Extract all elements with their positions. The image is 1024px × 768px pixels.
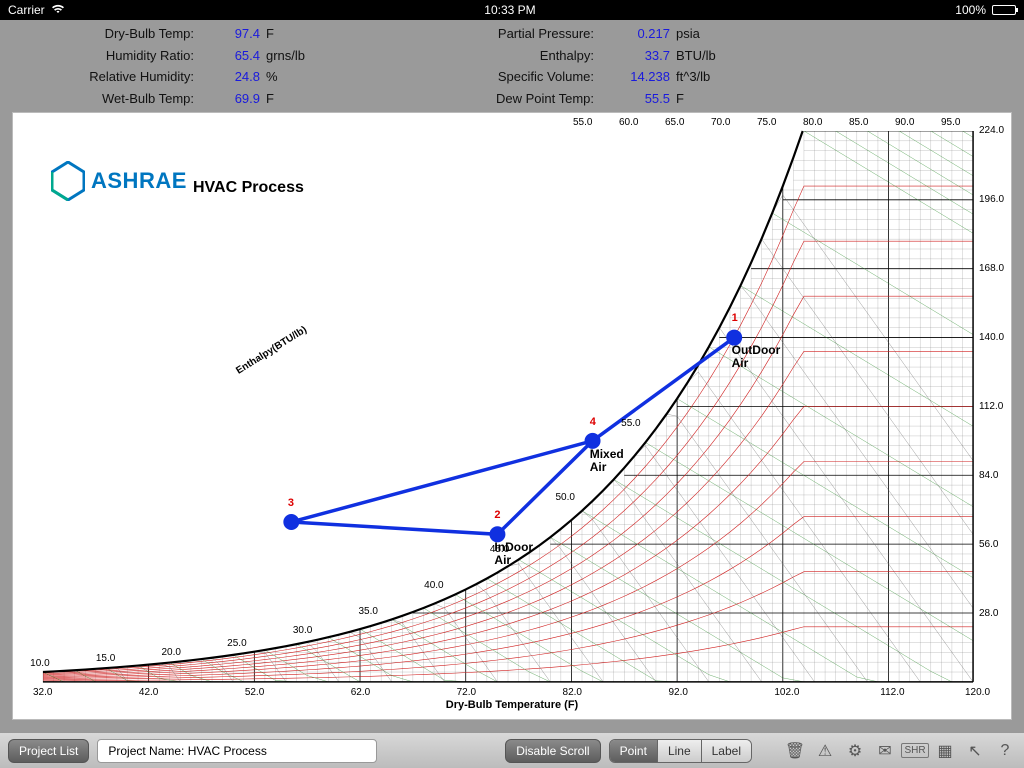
enthalpy-tick: 25.0 <box>227 638 246 649</box>
point-label: MixedAir <box>590 448 624 474</box>
enthalpy-tick: 10.0 <box>30 658 49 669</box>
readout-header: Dry-Bulb Temp:97.4FHumidity Ratio:65.4gr… <box>0 20 1024 110</box>
help-icon[interactable]: ? <box>994 740 1016 762</box>
x-tick: 112.0 <box>880 687 904 698</box>
battery-icon <box>992 5 1016 15</box>
readout-unit: BTU/lb <box>670 48 730 68</box>
enthalpy-tick: 30.0 <box>293 625 312 636</box>
readout-value: 33.7 <box>600 48 670 68</box>
disable-scroll-button[interactable]: Disable Scroll <box>505 739 600 763</box>
y-tick: 112.0 <box>979 401 1003 412</box>
readout-label: Dew Point Temp: <box>440 91 600 111</box>
project-name-field[interactable]: Project Name: HVAC Process <box>97 739 377 763</box>
readout-unit: ft^3/lb <box>670 69 730 89</box>
top-tick: 60.0 <box>619 117 638 128</box>
enthalpy-tick: 20.0 <box>162 647 181 658</box>
psychrometric-chart[interactable]: ASHRAE HVAC Process Enthalpy(BTU/lb) 32.… <box>12 112 1012 720</box>
toolbar: Project List Project Name: HVAC Process … <box>0 732 1024 768</box>
point-number: 3 <box>288 497 294 509</box>
readout-label: Specific Volume: <box>440 69 600 89</box>
top-tick: 80.0 <box>803 117 822 128</box>
seg-label[interactable]: Label <box>702 740 751 762</box>
y-tick: 84.0 <box>979 470 998 481</box>
readout-value: 55.5 <box>600 91 670 111</box>
project-list-button[interactable]: Project List <box>8 739 89 763</box>
point-label: OutDoorAir <box>732 344 781 370</box>
x-tick: 72.0 <box>457 687 476 698</box>
point-label: InDoorAir <box>494 541 533 567</box>
readout-label: Enthalpy: <box>440 48 600 68</box>
enthalpy-tick: 40.0 <box>424 580 443 591</box>
readout-unit: % <box>260 69 320 89</box>
wifi-icon <box>51 3 65 17</box>
top-tick: 85.0 <box>849 117 868 128</box>
x-tick: 32.0 <box>33 687 52 698</box>
x-tick: 52.0 <box>245 687 264 698</box>
status-bar: Carrier 10:33 PM 100% <box>0 0 1024 20</box>
readout-unit: grns/lb <box>260 48 320 68</box>
mode-segmented: Point Line Label <box>609 739 752 763</box>
warning-icon[interactable]: ⚠ <box>814 740 836 762</box>
gear-icon[interactable]: ⚙ <box>844 740 866 762</box>
top-tick: 70.0 <box>711 117 730 128</box>
x-tick: 102.0 <box>774 687 799 698</box>
select-icon[interactable]: ▦ <box>934 740 956 762</box>
enthalpy-tick: 50.0 <box>555 492 574 503</box>
point-number: 4 <box>590 416 596 428</box>
readout-label: Humidity Ratio: <box>40 48 200 68</box>
pointer-icon[interactable]: ↖ <box>964 740 986 762</box>
top-tick: 95.0 <box>941 117 960 128</box>
readout-label: Partial Pressure: <box>440 26 600 46</box>
top-tick: 90.0 <box>895 117 914 128</box>
x-tick: 42.0 <box>139 687 158 698</box>
trash-icon[interactable]: 🗑 <box>784 740 806 762</box>
top-tick: 65.0 <box>665 117 684 128</box>
readout-label: Relative Humidity: <box>40 69 200 89</box>
seg-line[interactable]: Line <box>658 740 702 762</box>
shr-icon[interactable]: SHR <box>904 740 926 762</box>
battery-pct: 100% <box>955 3 986 17</box>
readout-value: 97.4 <box>200 26 260 46</box>
readout-unit: F <box>260 26 320 46</box>
x-tick: 82.0 <box>563 687 582 698</box>
y-tick: 168.0 <box>979 263 1004 274</box>
enthalpy-tick: 35.0 <box>359 606 378 617</box>
readout-unit: psia <box>670 26 730 46</box>
y-tick: 140.0 <box>979 332 1004 343</box>
readout-unit: F <box>260 91 320 111</box>
seg-point[interactable]: Point <box>610 740 658 762</box>
chart-svg <box>13 113 1011 720</box>
y-tick: 56.0 <box>979 539 998 550</box>
carrier-label: Carrier <box>8 3 45 17</box>
point-number: 1 <box>732 312 738 324</box>
enthalpy-tick: 15.0 <box>96 653 115 664</box>
mail-icon[interactable]: ✉ <box>874 740 896 762</box>
x-tick: 120.0 <box>965 687 990 698</box>
x-tick: 92.0 <box>668 687 687 698</box>
readout-value: 24.8 <box>200 69 260 89</box>
readout-unit: F <box>670 91 730 111</box>
top-tick: 55.0 <box>573 117 592 128</box>
readout-value: 14.238 <box>600 69 670 89</box>
y-tick: 196.0 <box>979 194 1004 205</box>
y-tick: 224.0 <box>979 125 1004 136</box>
readout-label: Dry-Bulb Temp: <box>40 26 200 46</box>
x-tick: 62.0 <box>351 687 370 698</box>
readout-value: 0.217 <box>600 26 670 46</box>
top-tick: 75.0 <box>757 117 776 128</box>
x-axis-label: Dry-Bulb Temperature (F) <box>446 699 578 711</box>
clock: 10:33 PM <box>484 3 535 17</box>
point-number: 2 <box>494 509 500 521</box>
readout-label: Wet-Bulb Temp: <box>40 91 200 111</box>
readout-value: 69.9 <box>200 91 260 111</box>
readout-value: 65.4 <box>200 48 260 68</box>
enthalpy-tick: 55.0 <box>621 418 640 429</box>
y-tick: 28.0 <box>979 608 998 619</box>
